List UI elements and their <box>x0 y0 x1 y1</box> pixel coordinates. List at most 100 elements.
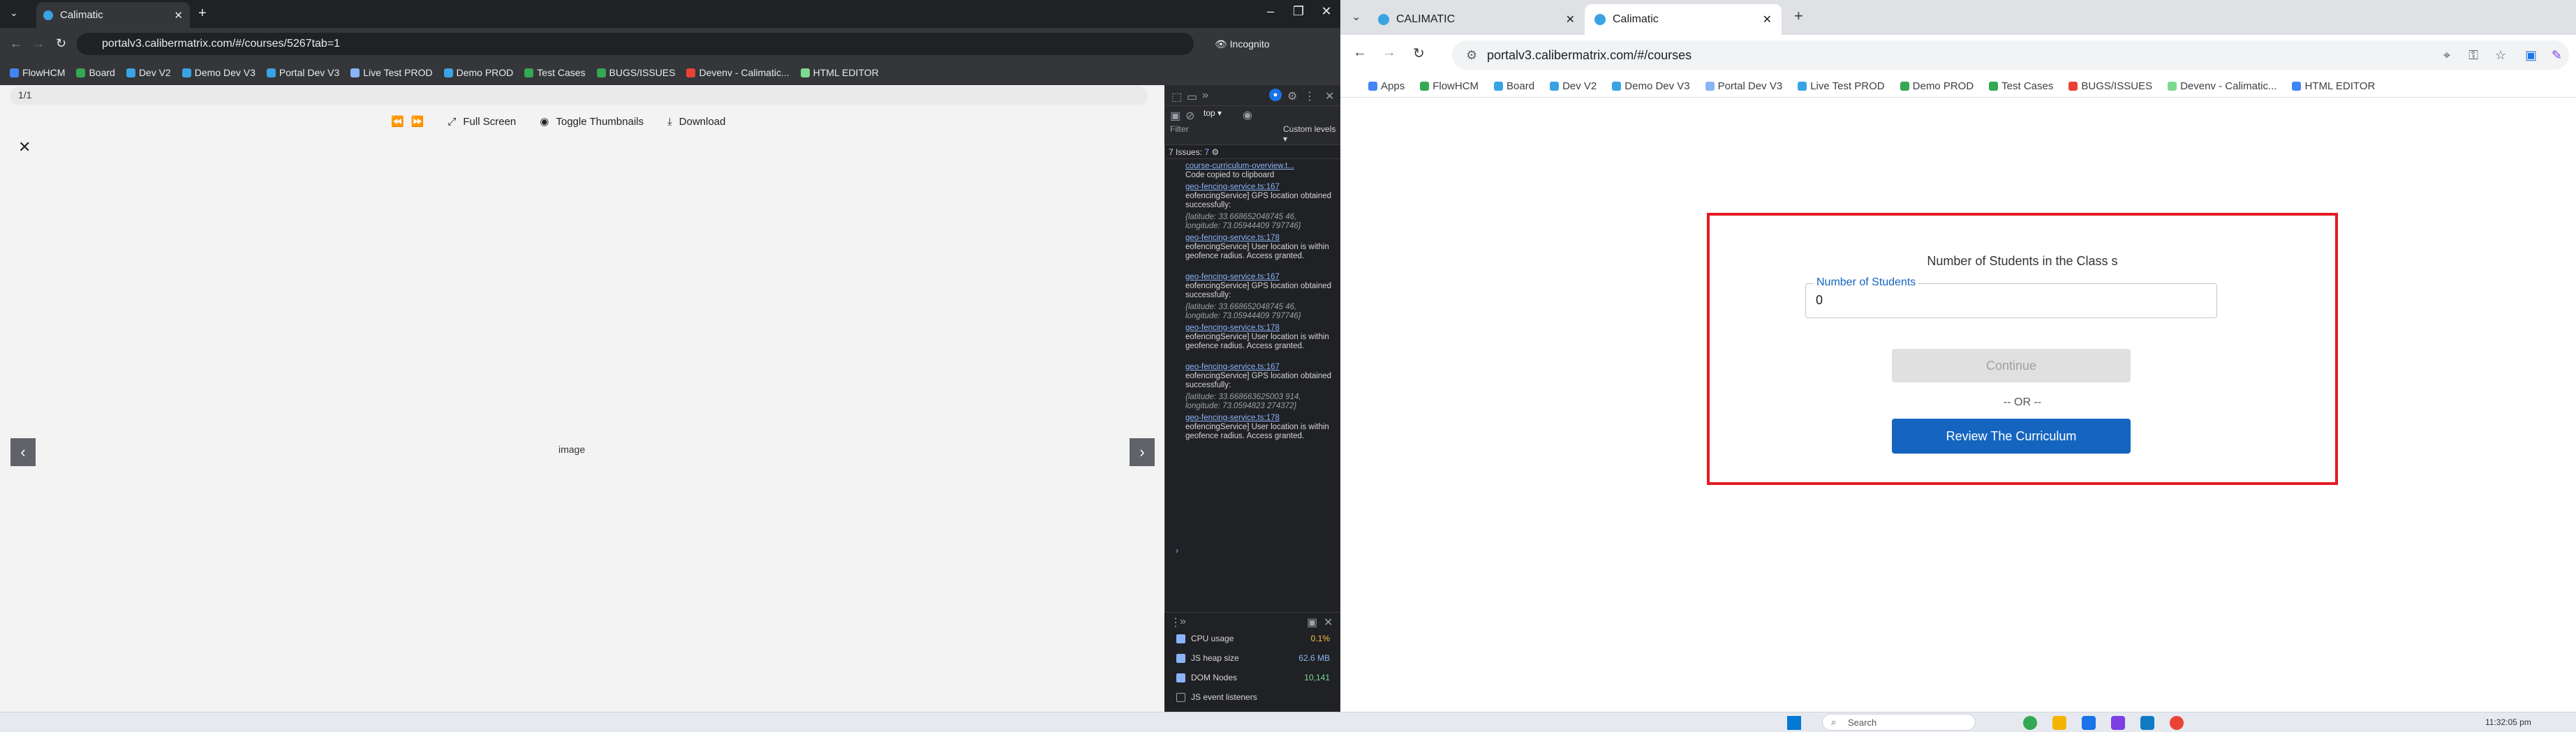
close-tab-icon[interactable]: ✕ <box>1763 13 1772 27</box>
console-filter-input[interactable]: Filter <box>1170 124 1247 134</box>
bookmark-item[interactable]: Portal Dev V3 <box>266 67 339 78</box>
bookmark-item[interactable]: FlowHCM <box>10 67 65 78</box>
reload-icon[interactable]: ↻ <box>1413 45 1425 62</box>
taskbar-search[interactable]: ⌕ Search <box>1822 714 1976 731</box>
full-screen-button[interactable]: ⤢ Full Screen <box>447 116 516 128</box>
bookmark-item[interactable]: HTML EDITOR <box>800 67 879 78</box>
bookmark-star-icon[interactable]: ☆ <box>2495 48 2506 63</box>
clear-console-icon[interactable]: ⊘ <box>1185 109 1194 123</box>
perf-metric-row[interactable]: DOM Nodes 10,141 <box>1176 673 1330 682</box>
bookmark-item[interactable]: Demo Dev V3 <box>1612 80 1690 92</box>
close-window-icon[interactable]: ✕ <box>1312 4 1340 19</box>
drawer-dock-icon[interactable]: ▣ <box>1307 615 1317 629</box>
review-curriculum-button[interactable]: Review The Curriculum <box>1892 419 2131 454</box>
new-tab-icon[interactable]: + <box>1794 7 1803 25</box>
tab-search-icon[interactable]: ⌄ <box>10 7 18 19</box>
right-tab-calimatic-active[interactable]: Calimatic ✕ <box>1585 4 1782 35</box>
next-image-button[interactable]: › <box>1130 438 1155 466</box>
system-clock[interactable]: 11:32:05 pm <box>2485 717 2531 727</box>
source-link[interactable]: course-curriculum-overview.t... <box>1185 162 1294 170</box>
number-of-students-value[interactable]: 0 <box>1816 293 1823 308</box>
password-key-icon[interactable]: ⚿ <box>2468 48 2478 63</box>
close-tab-icon[interactable]: ✕ <box>1566 13 1575 27</box>
continue-button[interactable]: Continue <box>1892 349 2131 382</box>
drawer-more-tabs-icon[interactable]: » <box>1180 615 1186 628</box>
right-tab-calimatic-caps[interactable]: CALIMATIC ✕ <box>1368 4 1585 35</box>
source-link[interactable]: geo-fencing-service.ts:178 <box>1185 234 1280 242</box>
prev-image-button[interactable]: ‹ <box>10 438 36 466</box>
metric-checkbox[interactable] <box>1176 653 1185 663</box>
left-address-bar[interactable]: portalv3.calibermatrix.com/#/courses/526… <box>77 33 1194 55</box>
console-sidebar-icon[interactable]: ▣ <box>1170 109 1180 123</box>
bookmark-item[interactable]: BUGS/ISSUES <box>2068 80 2152 92</box>
right-address-bar[interactable]: ⚙ portalv3.calibermatrix.com/#/courses ⌖… <box>1452 40 2569 70</box>
left-tab-calimatic[interactable]: Calimatic ✕ <box>36 2 190 28</box>
edge-app-icon[interactable] <box>2023 716 2037 730</box>
issues-counter-badge[interactable]: ● <box>1269 89 1282 101</box>
bookmark-item[interactable]: Devenv - Calimatic... <box>686 67 790 78</box>
download-button[interactable]: ⤓ Download <box>667 116 725 128</box>
metric-checkbox[interactable] <box>1176 673 1185 682</box>
source-link[interactable]: geo-fencing-service.ts:167 <box>1185 273 1280 281</box>
toggle-thumbnails-button[interactable]: ◉ Toggle Thumbnails <box>540 115 644 128</box>
live-expression-eye-icon[interactable]: ◉ <box>1243 108 1252 122</box>
close-drawer-icon[interactable]: ✕ <box>1324 615 1333 629</box>
context-select[interactable]: top ▾ <box>1204 108 1222 118</box>
bookmark-item[interactable]: Live Test PROD <box>1798 80 1885 92</box>
bookmark-item[interactable]: Live Test PROD <box>350 67 433 78</box>
more-tabs-icon[interactable]: » <box>1202 89 1208 102</box>
bookmark-item[interactable]: Demo Dev V3 <box>182 67 256 78</box>
vscode-icon[interactable] <box>2140 716 2154 730</box>
bookmark-item[interactable]: Test Cases <box>524 67 586 78</box>
incognito-badge[interactable]: 👁 Incognito <box>1215 38 1270 50</box>
kebab-menu-icon[interactable]: ⋮ <box>1304 89 1315 103</box>
source-link[interactable]: geo-fencing-service.ts:178 <box>1185 324 1280 332</box>
forward-icon[interactable]: → <box>32 36 45 51</box>
bookmark-item[interactable]: Board <box>76 67 115 78</box>
vs-icon[interactable] <box>2111 716 2125 730</box>
bookmark-item[interactable]: HTML EDITOR <box>2292 80 2375 92</box>
metric-checkbox[interactable] <box>1176 634 1185 643</box>
next-page-button[interactable]: ⏩ <box>411 115 424 128</box>
minimize-icon[interactable]: – <box>1257 4 1285 19</box>
inspect-icon[interactable]: ⬚ <box>1171 90 1182 104</box>
close-devtools-icon[interactable]: ✕ <box>1325 89 1334 103</box>
bookmark-item[interactable]: FlowHCM <box>1420 80 1479 92</box>
bookmark-item[interactable]: Dev V2 <box>1550 80 1597 92</box>
issues-bar[interactable]: 7 Issues: 7 ⚙ <box>1166 145 1340 159</box>
site-info-icon[interactable]: ⚙ <box>1466 48 1477 63</box>
log-levels-dropdown[interactable]: Custom levels ▾ <box>1283 124 1340 144</box>
bookmark-item[interactable]: BUGS/ISSUES <box>596 67 675 78</box>
prev-page-button[interactable]: ⏪ <box>391 115 404 128</box>
settings-gear-icon[interactable]: ⚙ <box>1287 89 1297 103</box>
viewer-close-icon[interactable]: ✕ <box>18 138 31 156</box>
source-link[interactable]: geo-fencing-service.ts:178 <box>1185 414 1280 422</box>
perf-metric-row[interactable]: JS event listeners <box>1176 692 1330 702</box>
extension-icon[interactable]: ▣ <box>2525 48 2537 63</box>
chrome-icon[interactable] <box>2170 716 2184 730</box>
bookmark-item[interactable]: Test Cases <box>1989 80 2053 92</box>
location-icon[interactable]: ⌖ <box>2443 48 2450 63</box>
tab-search-icon[interactable]: ⌄ <box>1352 10 1361 24</box>
bookmark-item[interactable]: Devenv - Calimatic... <box>2168 80 2277 92</box>
bookmark-item[interactable]: Demo PROD <box>1900 80 1974 92</box>
reload-icon[interactable]: ↻ <box>56 36 66 51</box>
metric-checkbox[interactable] <box>1176 692 1185 702</box>
bookmark-item[interactable]: Dev V2 <box>126 67 171 78</box>
console-prompt-icon[interactable]: › <box>1176 546 1178 555</box>
new-tab-icon[interactable]: + <box>198 6 207 22</box>
file-explorer-icon[interactable] <box>2052 716 2066 730</box>
perf-metric-row[interactable]: JS heap size 62.6 MB <box>1176 653 1330 663</box>
store-icon[interactable] <box>2082 716 2096 730</box>
windows-start-icon[interactable] <box>1787 716 1801 730</box>
bookmark-item[interactable]: Apps <box>1368 80 1405 92</box>
source-link[interactable]: geo-fencing-service.ts:167 <box>1185 183 1280 191</box>
forward-icon[interactable]: → <box>1382 45 1396 61</box>
device-toggle-icon[interactable]: ▭ <box>1187 90 1197 104</box>
source-link[interactable]: geo-fencing-service.ts:167 <box>1185 363 1280 371</box>
restore-icon[interactable]: ❐ <box>1285 4 1312 19</box>
back-icon[interactable]: ← <box>1353 45 1367 61</box>
perf-metric-row[interactable]: CPU usage 0.1% <box>1176 634 1330 643</box>
bookmark-item[interactable]: Portal Dev V3 <box>1705 80 1782 92</box>
profile-extension-icon[interactable]: ✎ <box>2552 48 2562 63</box>
